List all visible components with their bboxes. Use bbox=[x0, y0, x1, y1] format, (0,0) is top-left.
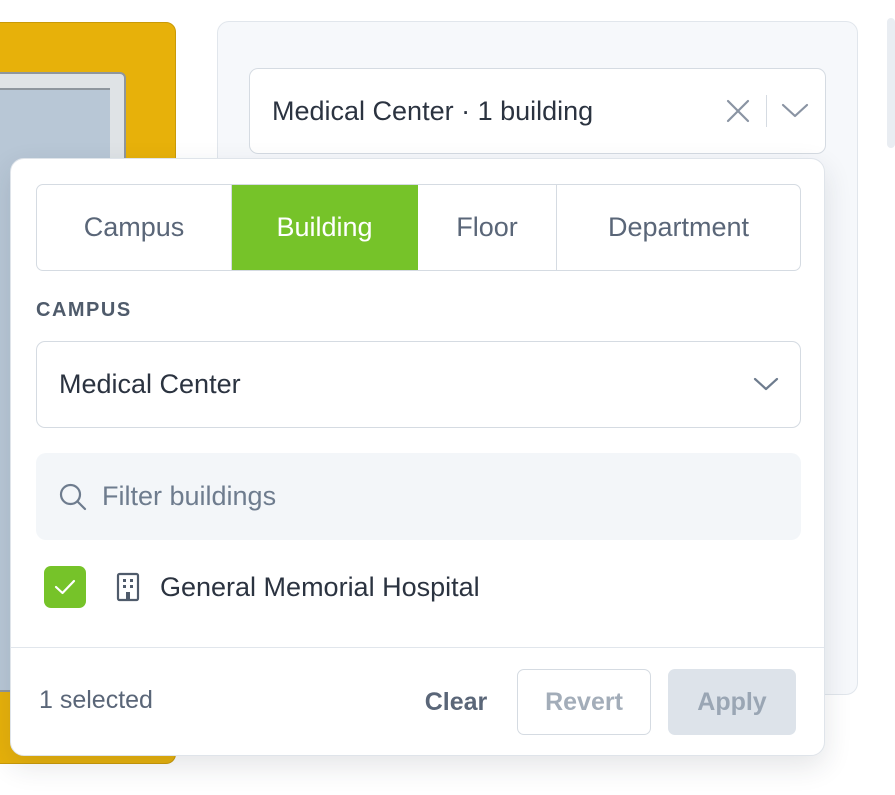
clear-button[interactable]: Clear bbox=[411, 669, 501, 735]
combobox-divider bbox=[765, 95, 767, 127]
combobox-value: Medical Center · 1 building bbox=[272, 95, 594, 126]
building-filter bbox=[36, 453, 801, 540]
campus-select[interactable]: Medical Center bbox=[36, 341, 801, 428]
chevron-down-icon[interactable] bbox=[775, 91, 815, 131]
clear-selection-icon[interactable] bbox=[718, 91, 758, 131]
page-scrollbar[interactable] bbox=[887, 18, 895, 148]
building-option[interactable]: General Memorial Hospital bbox=[36, 557, 801, 617]
tab-campus[interactable]: Campus bbox=[37, 185, 232, 270]
campus-section-label: CAMPUS bbox=[36, 299, 132, 321]
checkbox-checked[interactable] bbox=[44, 566, 86, 608]
chevron-down-icon bbox=[746, 365, 786, 405]
building-option-label: General Memorial Hospital bbox=[160, 571, 480, 602]
search-icon bbox=[56, 480, 90, 514]
popover-footer: 1 selected Clear Revert Apply bbox=[11, 647, 824, 755]
tab-building[interactable]: Building bbox=[232, 185, 418, 270]
revert-button[interactable]: Revert bbox=[517, 669, 651, 735]
level-tabs: Campus Building Floor Department bbox=[36, 184, 801, 271]
building-icon bbox=[114, 570, 142, 604]
apply-button[interactable]: Apply bbox=[668, 669, 796, 735]
tab-department[interactable]: Department bbox=[557, 185, 800, 270]
campus-select-value: Medical Center bbox=[59, 369, 241, 399]
filter-buildings-input[interactable] bbox=[100, 465, 801, 528]
location-picker-popover: Campus Building Floor Department CAMPUS … bbox=[10, 158, 825, 756]
selected-count: 1 selected bbox=[39, 686, 153, 714]
tab-floor[interactable]: Floor bbox=[418, 185, 557, 270]
location-combobox[interactable]: Medical Center · 1 building bbox=[249, 68, 826, 154]
